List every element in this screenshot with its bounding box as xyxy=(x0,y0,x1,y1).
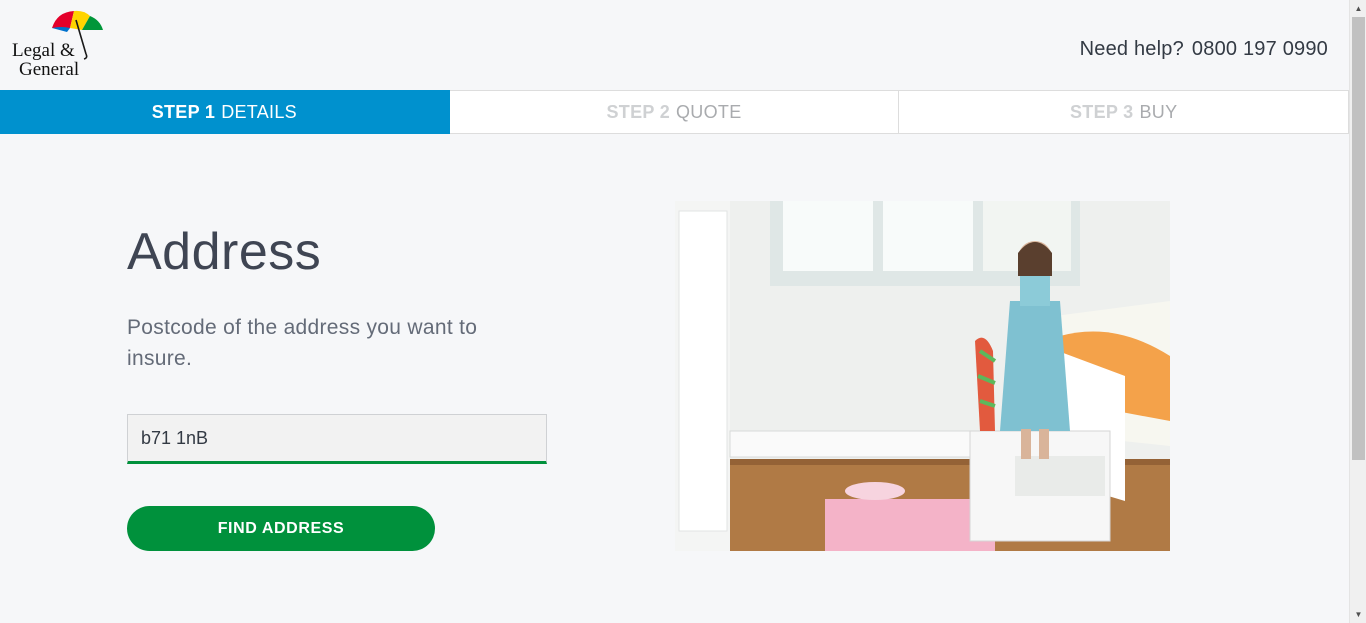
step-number: STEP 2 xyxy=(606,101,670,122)
step-number: STEP 3 xyxy=(1069,101,1134,122)
step-quote[interactable]: STEP 2 QUOTE xyxy=(449,90,900,134)
brand-line1: Legal & xyxy=(12,40,75,61)
postcode-prompt: Postcode of the address you want to insu… xyxy=(127,316,478,370)
brand-line2: General xyxy=(19,59,79,80)
postcode-input[interactable] xyxy=(127,414,547,464)
vertical-scrollbar[interactable]: ▲ ▼ xyxy=(1349,0,1366,623)
step-buy[interactable]: STEP 3 BUY xyxy=(899,90,1350,134)
hero-photo xyxy=(675,201,1170,551)
page-title: Address xyxy=(127,223,322,281)
step-label: QUOTE xyxy=(676,101,742,122)
step-label: DETAILS xyxy=(221,101,297,122)
help-phone-link[interactable]: 0800 197 0990 xyxy=(1192,38,1328,60)
step-details[interactable]: STEP 1 DETAILS xyxy=(0,90,450,134)
scroll-down-icon[interactable]: ▼ xyxy=(1350,606,1366,623)
scroll-thumb[interactable] xyxy=(1352,17,1365,460)
help-label: Need help? xyxy=(1079,38,1184,60)
progress-steps: STEP 1 DETAILS STEP 2 QUOTE STEP 3 BUY xyxy=(0,90,1350,134)
brand-logo[interactable]: Legal & General xyxy=(12,8,104,80)
step-number: STEP 1 xyxy=(151,101,216,122)
step-label: BUY xyxy=(1139,101,1178,122)
header: Legal & General Need help? 0800 197 0990 xyxy=(0,0,1349,90)
find-address-button[interactable]: FIND ADDRESS xyxy=(127,506,435,551)
scroll-up-icon[interactable]: ▲ xyxy=(1350,0,1366,17)
help-contact: Need help? 0800 197 0990 xyxy=(1080,38,1328,61)
